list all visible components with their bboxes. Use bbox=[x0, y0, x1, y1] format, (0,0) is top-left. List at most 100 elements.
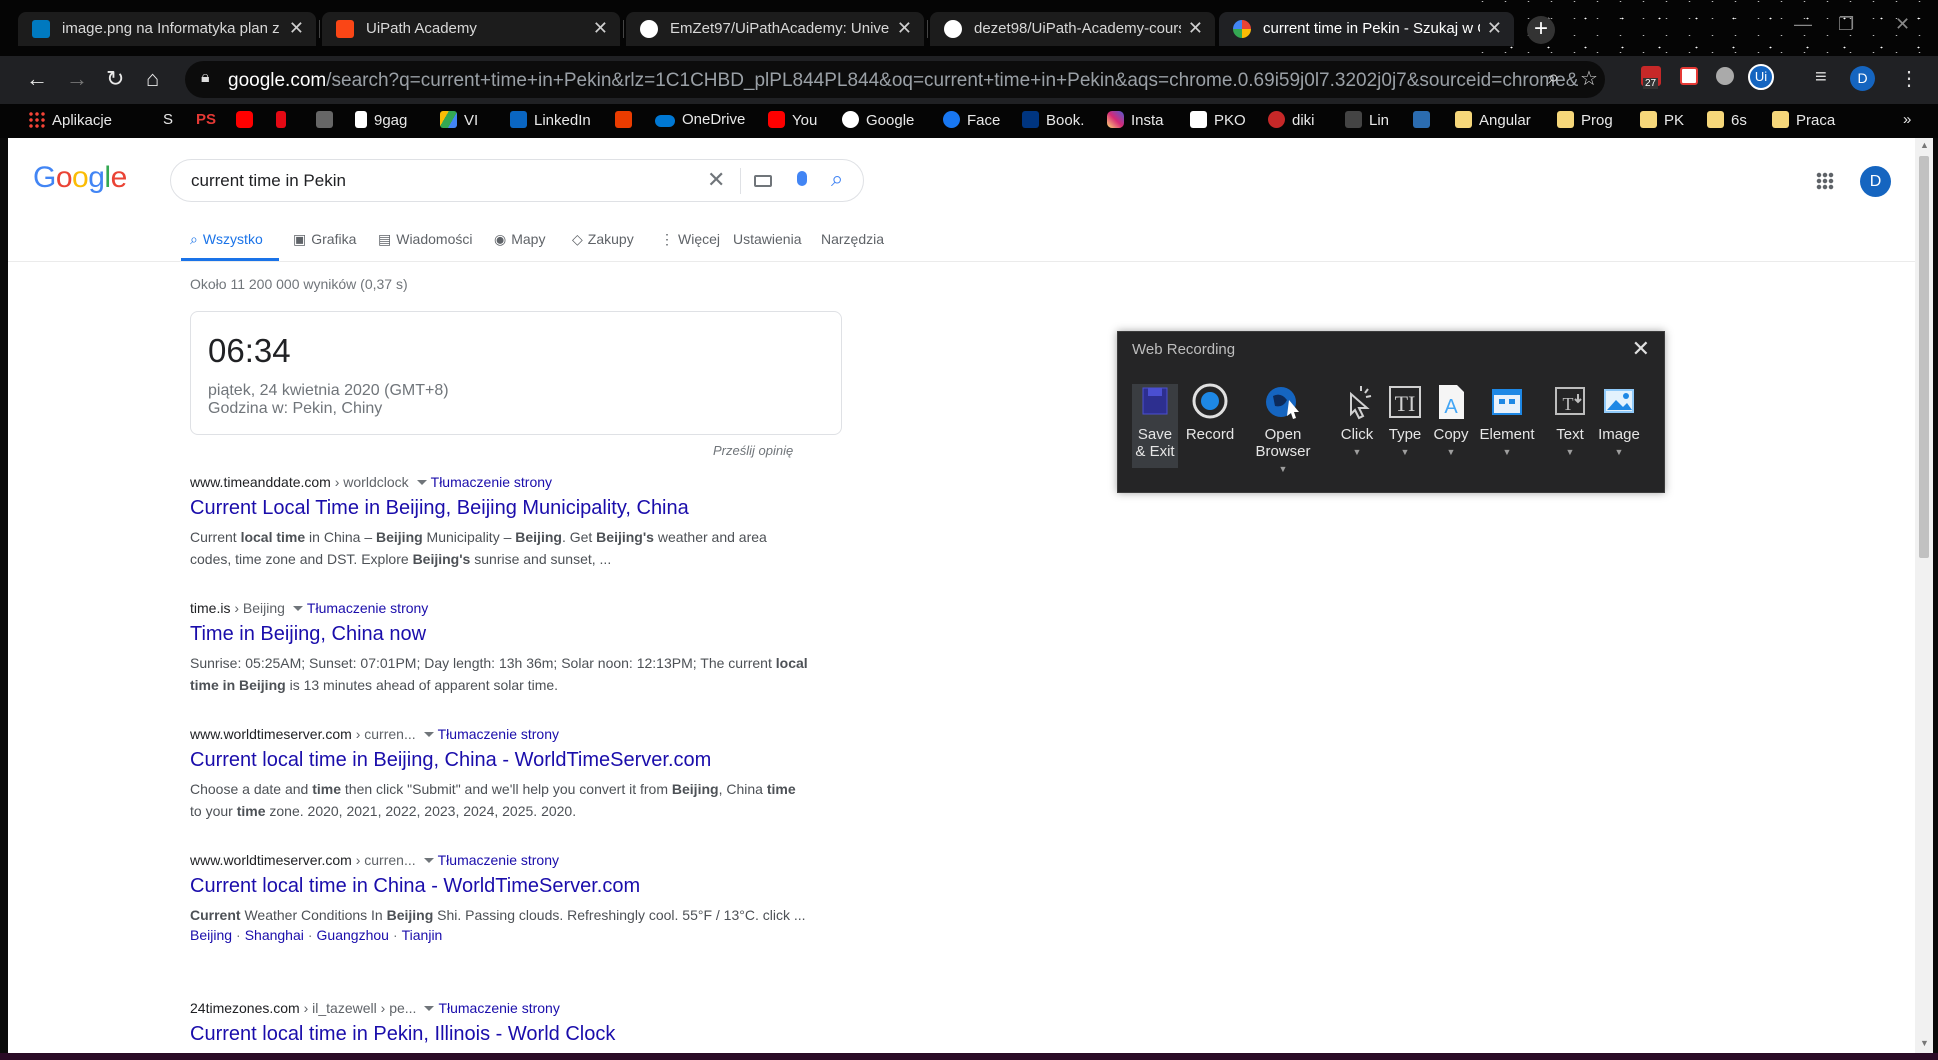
bookmark-folder-6s[interactable]: 6s bbox=[1707, 111, 1747, 129]
browser-tab[interactable]: dezet98/UiPath-Academy-course ✕ bbox=[930, 12, 1215, 46]
url-text[interactable]: google.com/search?q=current+time+in+Peki… bbox=[228, 70, 1578, 92]
close-icon[interactable]: ✕ bbox=[1632, 336, 1650, 362]
maximize-icon[interactable]: ❐ bbox=[1838, 14, 1854, 35]
forward-icon[interactable]: → bbox=[66, 68, 88, 90]
bookmark-item[interactable] bbox=[316, 111, 340, 129]
bookmark-onedrive[interactable]: OneDrive bbox=[655, 111, 745, 128]
tab-zakupy[interactable]: ◇ Zakupy bbox=[572, 231, 634, 248]
bookmark-item[interactable]: PS bbox=[196, 111, 216, 128]
tab-wiadomosci[interactable]: ▤ Wiadomości bbox=[378, 231, 472, 248]
bookmark-pko[interactable]: PKO bbox=[1190, 111, 1246, 129]
chevron-down-icon[interactable]: ▼ bbox=[1379, 444, 1431, 461]
bookmark-facebook[interactable]: Face bbox=[943, 111, 1000, 129]
reload-icon[interactable]: ↻ bbox=[106, 68, 124, 90]
extension-circle-icon[interactable] bbox=[1716, 67, 1734, 85]
bookmark-folder-pk[interactable]: PK bbox=[1640, 111, 1684, 129]
tab-ustawienia[interactable]: Ustawienia bbox=[733, 231, 801, 247]
bookmark-netflix[interactable] bbox=[276, 111, 293, 129]
bookmark-lin[interactable]: Lin bbox=[1345, 111, 1389, 129]
chevron-down-icon[interactable]: ▼ bbox=[1477, 444, 1537, 461]
bookmark-drive[interactable]: VI bbox=[440, 111, 478, 129]
bookmark-folder-prog[interactable]: Prog bbox=[1557, 111, 1613, 129]
result-cite[interactable]: www.timeanddate.com › worldclock Tłumacze… bbox=[190, 474, 890, 490]
image-button[interactable]: Image ▼ bbox=[1593, 382, 1645, 461]
bookmark-star-icon[interactable]: ☆ bbox=[1580, 66, 1598, 91]
bookmark-instagram[interactable]: Insta bbox=[1107, 111, 1164, 129]
close-tab-icon[interactable]: ✕ bbox=[1487, 18, 1502, 39]
menu-kebab-icon[interactable]: ⋮ bbox=[1899, 66, 1919, 91]
result-title-link[interactable]: Current Local Time in Beijing, Beijing M… bbox=[190, 495, 890, 521]
account-avatar[interactable]: D bbox=[1860, 166, 1891, 197]
media-control-icon[interactable]: ≡ bbox=[1815, 66, 1827, 89]
search-box[interactable]: current time in Pekin ✕ ⌕ bbox=[170, 159, 864, 202]
sitelink[interactable]: Guangzhou bbox=[317, 927, 389, 943]
chevron-down-icon[interactable]: ▼ bbox=[1331, 444, 1383, 461]
dropdown-caret-icon[interactable] bbox=[423, 732, 434, 737]
home-icon[interactable]: ⌂ bbox=[146, 68, 159, 90]
open-browser-button[interactable]: Open Browser ▼ bbox=[1250, 382, 1316, 478]
result-title-link[interactable]: Current local time in China - WorldTimeS… bbox=[190, 873, 890, 899]
profile-avatar[interactable]: D bbox=[1850, 66, 1875, 91]
result-cite[interactable]: www.worldtimeserver.com › curren... Tłuma… bbox=[190, 726, 890, 742]
minimize-icon[interactable]: — bbox=[1794, 14, 1812, 35]
browser-tab-active[interactable]: current time in Pekin - Szukaj w G ✕ bbox=[1219, 12, 1514, 46]
apps-grid-icon[interactable] bbox=[1816, 172, 1834, 190]
close-window-icon[interactable]: ✕ bbox=[1895, 14, 1910, 35]
microphone-icon[interactable] bbox=[797, 171, 807, 186]
new-tab-button[interactable]: + bbox=[1527, 16, 1555, 44]
result-title-link[interactable]: Current local time in Pekin, Illinois - … bbox=[190, 1021, 890, 1047]
bookmark-booking[interactable]: Book. bbox=[1022, 111, 1084, 129]
save-exit-button[interactable]: Save & Exit bbox=[1129, 382, 1181, 460]
bookmark-google[interactable]: Google bbox=[842, 111, 914, 129]
copy-button[interactable]: A Copy ▼ bbox=[1425, 382, 1477, 461]
bookmark-linkedin[interactable]: LinkedIn bbox=[510, 111, 591, 129]
close-tab-icon[interactable]: ✕ bbox=[897, 18, 912, 39]
extension-pocket-icon[interactable] bbox=[1680, 67, 1698, 85]
chevron-down-icon[interactable]: ▼ bbox=[1250, 461, 1316, 478]
google-logo[interactable]: Google bbox=[33, 161, 127, 195]
translate-link[interactable]: Tłumaczenie strony bbox=[307, 600, 428, 616]
tab-wszystko[interactable]: ⌕ Wszystko bbox=[190, 231, 263, 248]
dropdown-caret-icon[interactable] bbox=[292, 606, 303, 611]
feedback-link[interactable]: Prześlij opinię bbox=[713, 443, 793, 458]
result-title-link[interactable]: Current local time in Beijing, China - W… bbox=[190, 747, 890, 773]
chevron-down-icon[interactable]: ▼ bbox=[1425, 444, 1477, 461]
bookmark-office[interactable] bbox=[615, 111, 639, 129]
sitelink[interactable]: Shanghai bbox=[245, 927, 304, 943]
bookmark-youtube[interactable]: You bbox=[768, 111, 817, 129]
address-bar[interactable]: 🔒︎ google.com/search?q=current+time+in+P… bbox=[185, 61, 1605, 98]
click-button[interactable]: Click ▼ bbox=[1331, 382, 1383, 461]
sitelink[interactable]: Tianjin bbox=[402, 927, 443, 943]
record-button[interactable]: Record bbox=[1184, 382, 1236, 443]
translate-link[interactable]: Tłumaczenie strony bbox=[438, 852, 559, 868]
bookmark-item[interactable] bbox=[1413, 111, 1437, 129]
tab-mapy[interactable]: ◉ Mapy bbox=[494, 231, 545, 248]
bookmark-youtube[interactable] bbox=[236, 111, 260, 129]
type-button[interactable]: TI Type ▼ bbox=[1379, 382, 1431, 461]
chevron-down-icon[interactable]: ▼ bbox=[1544, 444, 1596, 461]
translate-link[interactable]: Tłumaczenie strony bbox=[431, 474, 552, 490]
keyboard-icon[interactable] bbox=[754, 175, 772, 187]
scroll-down-icon[interactable]: ▼ bbox=[1920, 1038, 1929, 1048]
sitelink[interactable]: Beijing bbox=[190, 927, 232, 943]
bookmarks-more-button[interactable]: » bbox=[1903, 111, 1911, 128]
browser-tab[interactable]: EmZet97/UiPathAcademy: Univer ✕ bbox=[626, 12, 924, 46]
dropdown-caret-icon[interactable] bbox=[424, 1006, 435, 1011]
bookmark-folder-praca[interactable]: Praca bbox=[1772, 111, 1835, 129]
bookmark-apps[interactable]: Aplikacje bbox=[28, 111, 112, 129]
search-input[interactable]: current time in Pekin bbox=[191, 171, 346, 191]
tab-grafika[interactable]: ▣ Grafika bbox=[293, 231, 356, 248]
page-scrollbar[interactable]: ▲ ▼ bbox=[1915, 138, 1933, 1053]
result-cite[interactable]: www.worldtimeserver.com › curren... Tłuma… bbox=[190, 852, 890, 868]
close-tab-icon[interactable]: ✕ bbox=[593, 18, 608, 39]
result-cite[interactable]: 24timezones.com › il_tazewell › pe... Tłu… bbox=[190, 1000, 890, 1016]
result-title-link[interactable]: Time in Beijing, China now bbox=[190, 621, 890, 647]
close-tab-icon[interactable]: ✕ bbox=[1188, 18, 1203, 39]
text-button[interactable]: T Text ▼ bbox=[1544, 382, 1596, 461]
bookmark-folder-angular[interactable]: Angular bbox=[1455, 111, 1531, 129]
zoom-search-icon[interactable]: ⌕ bbox=[1548, 67, 1559, 90]
chevron-down-icon[interactable]: ▼ bbox=[1593, 444, 1645, 461]
scrollbar-thumb[interactable] bbox=[1919, 156, 1929, 558]
bookmark-diki[interactable]: diki bbox=[1268, 111, 1315, 129]
translate-link[interactable]: Tłumaczenie strony bbox=[438, 726, 559, 742]
